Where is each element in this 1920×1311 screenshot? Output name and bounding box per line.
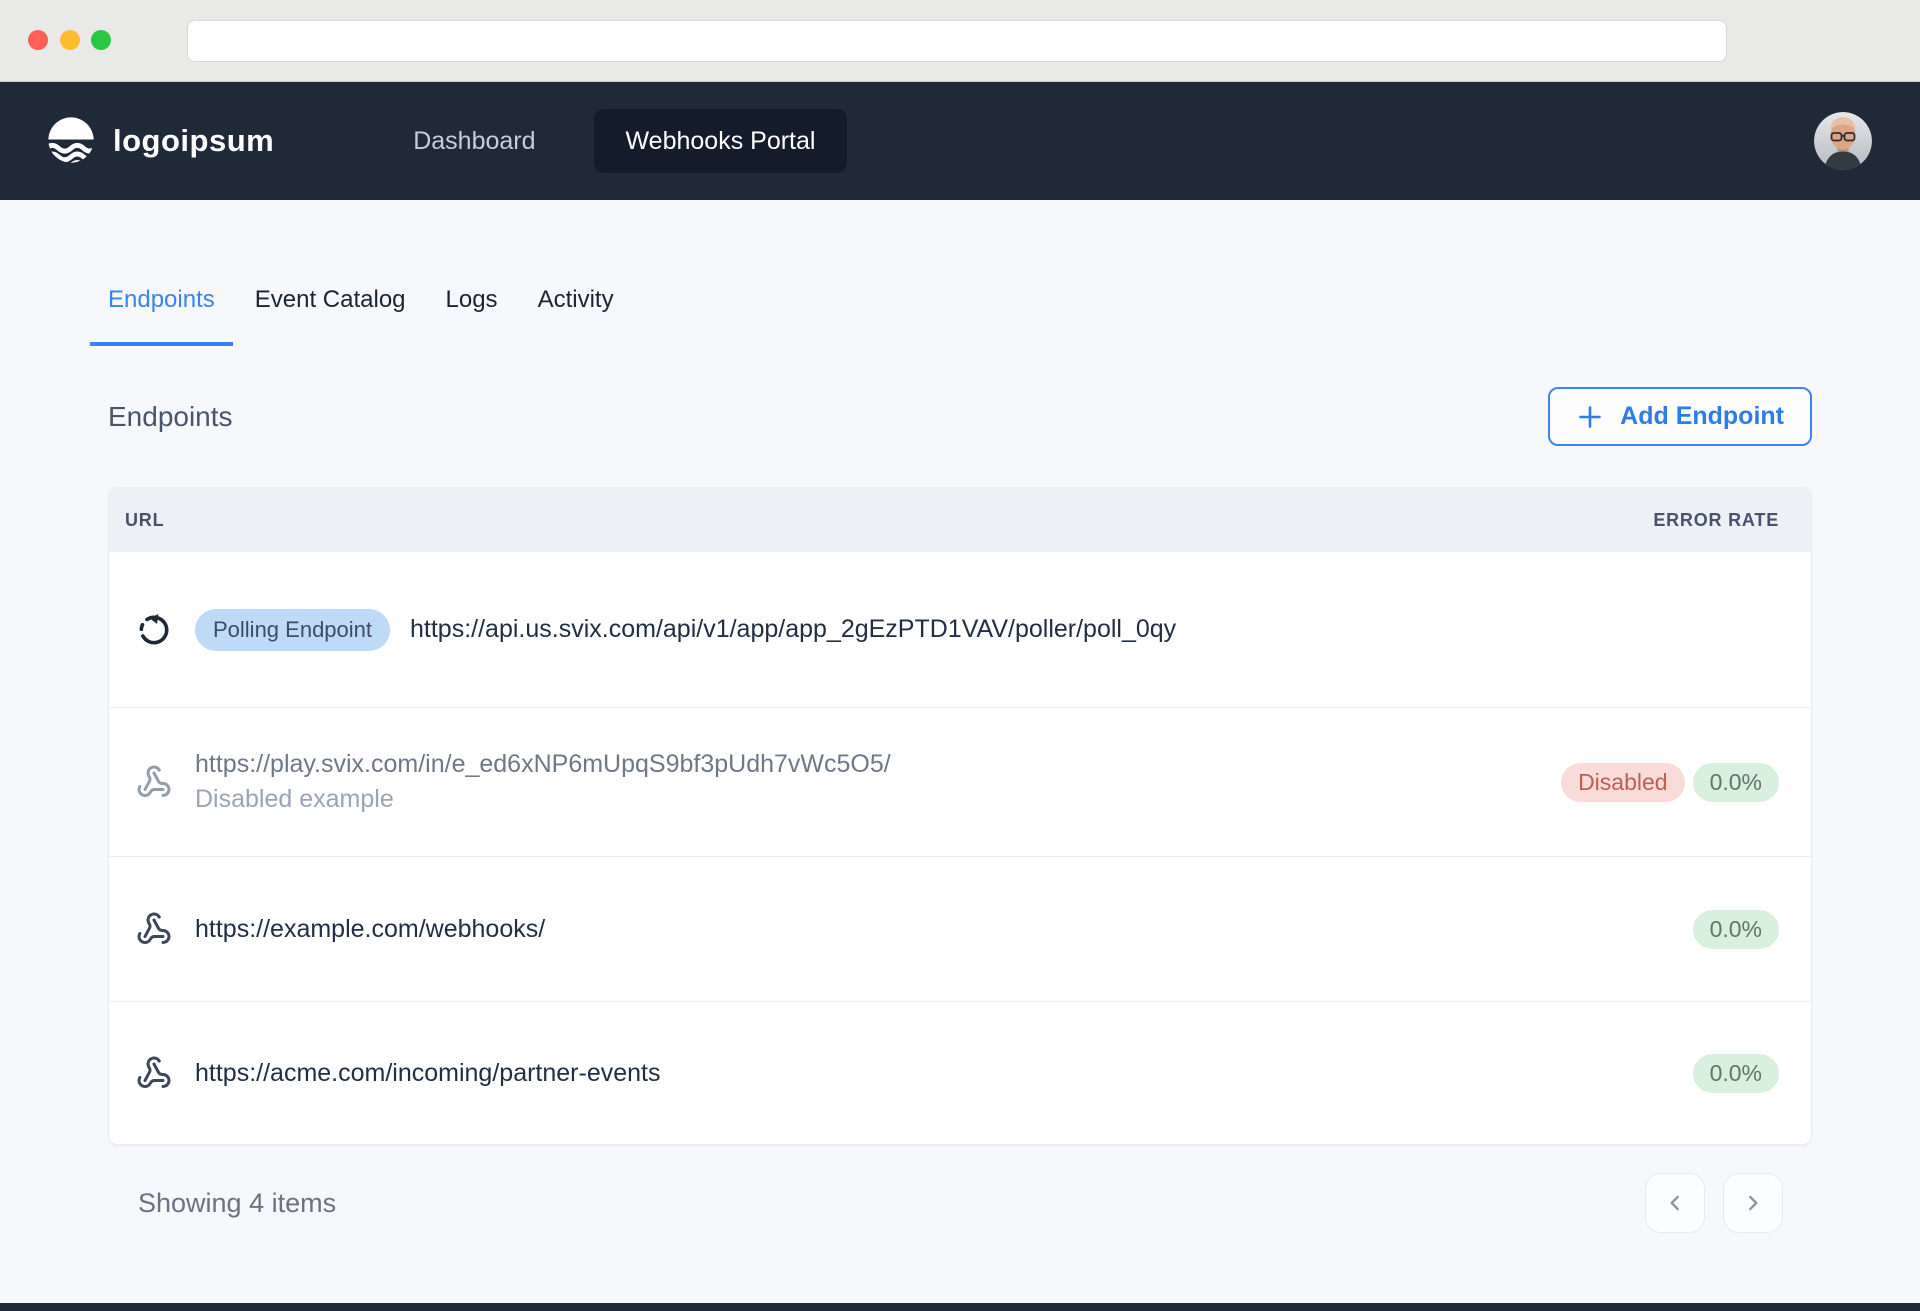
logo-text: logoipsum [113,123,274,159]
browser-address-bar[interactable] [187,20,1727,62]
chevron-left-icon [1664,1192,1686,1214]
logo: logoipsum [44,114,274,168]
endpoint-row-content: https://play.svix.com/in/e_ed6xNP6mUpqS9… [195,750,1561,814]
traffic-light-close-button[interactable] [28,30,48,50]
endpoint-description: Disabled example [195,785,394,814]
page-title: Endpoints [108,401,233,433]
endpoint-row[interactable]: https://example.com/webhooks/ 0.0% [109,856,1811,1001]
plus-icon [1576,403,1604,431]
tab-activity[interactable]: Activity [520,286,632,346]
chevron-right-icon [1742,1192,1764,1214]
webhook-icon [135,911,173,947]
endpoint-row-polling[interactable]: Polling Endpoint https://api.us.svix.com… [109,552,1811,707]
pagination [1645,1173,1783,1233]
polling-endpoint-icon [135,611,173,649]
page-footer-strip [0,1303,1920,1311]
user-avatar[interactable] [1814,112,1872,170]
endpoint-row-metrics: 0.0% [1693,910,1779,949]
tab-endpoints[interactable]: Endpoints [90,286,233,346]
add-endpoint-label: Add Endpoint [1620,402,1784,431]
error-rate-badge: 0.0% [1693,1054,1779,1093]
traffic-light-minimize-button[interactable] [60,30,80,50]
nav-item-dashboard[interactable]: Dashboard [409,127,539,156]
endpoint-row-disabled[interactable]: https://play.svix.com/in/e_ed6xNP6mUpqS9… [109,707,1811,856]
endpoint-row-content: https://example.com/webhooks/ [195,915,1693,944]
next-page-button[interactable] [1723,1173,1783,1233]
endpoint-row[interactable]: https://acme.com/incoming/partner-events… [109,1001,1811,1144]
error-rate-badge: 0.0% [1693,763,1779,802]
add-endpoint-button[interactable]: Add Endpoint [1548,387,1812,446]
main-content: Endpoints Event Catalog Logs Activity En… [0,286,1920,1233]
traffic-light-maximize-button[interactable] [91,30,111,50]
endpoint-url: https://example.com/webhooks/ [195,915,545,944]
table-header-row: URL ERROR RATE [109,488,1811,552]
disabled-status-badge: Disabled [1561,763,1685,802]
portal-tabs: Endpoints Event Catalog Logs Activity [90,286,1812,346]
browser-chrome [0,0,1920,82]
tab-logs[interactable]: Logs [428,286,516,346]
endpoint-url: https://play.svix.com/in/e_ed6xNP6mUpqS9… [195,750,891,779]
column-header-url: URL [125,510,164,531]
app-window: logoipsum Dashboard Webhooks Portal [0,0,1920,1311]
endpoint-row-content: https://acme.com/incoming/partner-events [195,1059,1693,1088]
logo-mark-icon [44,114,98,168]
webhook-icon [135,764,173,800]
section-header: Endpoints Add Endpoint [108,387,1812,446]
tab-event-catalog[interactable]: Event Catalog [237,286,424,346]
nav-items: Dashboard Webhooks Portal [409,109,847,173]
endpoint-row-metrics: Disabled 0.0% [1561,763,1779,802]
endpoint-url: https://acme.com/incoming/partner-events [195,1059,660,1088]
nav-item-webhooks-portal[interactable]: Webhooks Portal [594,109,848,173]
error-rate-badge: 0.0% [1693,910,1779,949]
table-footer: Showing 4 items [108,1173,1812,1233]
endpoints-table: URL ERROR RATE Polling Endpoint https://… [108,487,1812,1145]
endpoint-row-content: Polling Endpoint https://api.us.svix.com… [195,609,1779,651]
prev-page-button[interactable] [1645,1173,1705,1233]
top-navbar: logoipsum Dashboard Webhooks Portal [0,82,1920,200]
polling-endpoint-badge: Polling Endpoint [195,609,390,651]
webhook-icon [135,1055,173,1091]
column-header-error-rate: ERROR RATE [1653,510,1779,531]
endpoint-row-metrics: 0.0% [1693,1054,1779,1093]
items-count: Showing 4 items [138,1188,336,1219]
endpoint-url: https://api.us.svix.com/api/v1/app/app_2… [410,615,1176,644]
